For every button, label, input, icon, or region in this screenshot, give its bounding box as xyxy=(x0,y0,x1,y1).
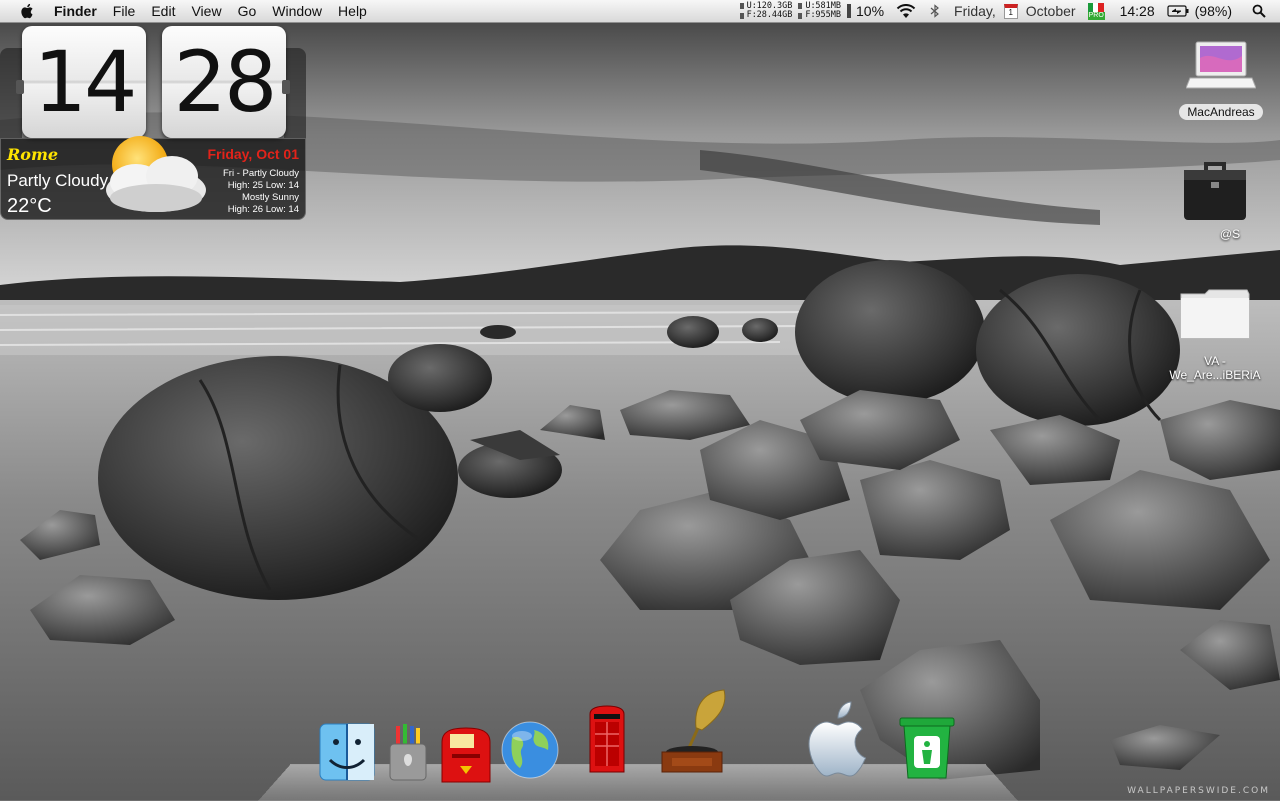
mem-free-value: 955MB xyxy=(815,10,841,20)
flag-badge: PRO xyxy=(1087,12,1105,20)
battery-percentage[interactable]: (98%) xyxy=(1195,3,1232,19)
status-area: U: 120.3GB F: 28.44GB U: 581MB F: 955MB 10% … xyxy=(739,0,1280,22)
dock-trash[interactable] xyxy=(896,714,958,780)
dock-globe[interactable] xyxy=(500,720,560,780)
disk-free-key: F: xyxy=(746,10,757,20)
menu-finder[interactable]: Finder xyxy=(52,0,105,22)
flip-hinge-left xyxy=(16,80,24,94)
clock-hours: 14 xyxy=(22,26,146,138)
watermark-text: WALLPAPERSWIDE.COM xyxy=(1127,786,1270,796)
desktop-icon-label: MacAndreas xyxy=(1179,104,1263,120)
apple-icon[interactable] xyxy=(18,2,36,20)
dock-phone-booth[interactable] xyxy=(586,704,628,774)
briefcase-icon xyxy=(1184,162,1246,220)
desktop-icon-briefcase[interactable]: @S xyxy=(1168,152,1262,242)
menu-view[interactable]: View xyxy=(183,0,229,22)
partly-cloudy-icon xyxy=(106,136,206,212)
flip-hinge-right xyxy=(282,80,290,94)
forecast-line: Fri - Partly Cloudy xyxy=(222,168,299,179)
weather-city: Rome xyxy=(7,145,59,164)
weather-forecast: Fri - Partly Cloudy High: 25 Low: 14 Mos… xyxy=(223,168,299,216)
globe-icon xyxy=(501,721,559,779)
desktop-icon-label: We_Are...iBERiA xyxy=(1169,368,1261,382)
weather-temperature: 22°C xyxy=(7,195,52,217)
disk-free-value: 28.44GB xyxy=(756,10,793,20)
finder-icon xyxy=(319,723,375,781)
weather-date: Friday, Oct 01 xyxy=(207,146,299,162)
apple-logo-icon xyxy=(808,701,867,777)
menu-bar: Finder File Edit View Go Window Help U: 1… xyxy=(0,0,1280,23)
trash-icon xyxy=(899,717,955,779)
forecast-line: High: 25 Low: 14 xyxy=(227,180,299,191)
desktop-icon-folder[interactable]: VA - We_Are...iBERiA xyxy=(1160,284,1270,382)
flag-icon[interactable]: PRO xyxy=(1087,2,1105,20)
dock-pencil-cup[interactable] xyxy=(386,724,430,782)
gramophone-icon xyxy=(661,689,726,773)
memory-usage-icon xyxy=(798,3,803,19)
dock-apple[interactable] xyxy=(804,700,874,780)
menu-help[interactable]: Help xyxy=(330,0,375,22)
mem-free-key: F: xyxy=(805,10,816,20)
menu-file[interactable]: File xyxy=(105,0,144,22)
clock-day[interactable]: Friday, xyxy=(954,3,996,19)
desktop-icon-label: @S xyxy=(1219,227,1241,241)
laptop-icon xyxy=(1186,41,1256,89)
folder-icon xyxy=(1180,289,1250,339)
cpu-usage[interactable]: 10% xyxy=(856,3,884,19)
calendar-day: 1 xyxy=(1008,7,1013,17)
dock-finder[interactable] xyxy=(318,722,376,782)
forecast-line: High: 26 Low: 14 xyxy=(227,204,299,215)
wifi-icon[interactable] xyxy=(896,3,916,19)
clock-month[interactable]: October xyxy=(1026,3,1076,19)
desktop-icon-label: VA - xyxy=(1204,354,1226,368)
clock-weather-widget[interactable]: 14 28 Rome Partly Cloudy 22°C Friday, Oc… xyxy=(0,22,306,220)
spotlight-icon[interactable] xyxy=(1252,4,1266,18)
menu-window[interactable]: Window xyxy=(264,0,330,22)
pencil-cup-icon xyxy=(389,724,427,781)
phone-booth-icon xyxy=(589,705,625,773)
desktop-icon-macandreas[interactable]: MacAndreas xyxy=(1168,38,1274,120)
bluetooth-icon[interactable] xyxy=(928,4,942,18)
cpu-icon xyxy=(847,4,852,18)
dock-gramophone[interactable] xyxy=(658,688,728,778)
memory-stats[interactable]: U: 581MB F: 955MB xyxy=(805,2,841,20)
disk-stats[interactable]: U: 120.3GB F: 28.44GB xyxy=(747,2,793,20)
menu-edit[interactable]: Edit xyxy=(143,0,183,22)
menu-go[interactable]: Go xyxy=(230,0,265,22)
calendar-icon[interactable]: 1 xyxy=(1003,3,1018,19)
disk-usage-icon xyxy=(739,3,745,19)
battery-icon[interactable] xyxy=(1167,5,1189,17)
menubar-time[interactable]: 14:28 xyxy=(1120,3,1155,19)
forecast-line: Mostly Sunny xyxy=(241,192,299,203)
clock-minutes: 28 xyxy=(162,26,286,138)
dock-mailbox[interactable] xyxy=(438,724,494,786)
mailbox-icon xyxy=(441,727,491,783)
